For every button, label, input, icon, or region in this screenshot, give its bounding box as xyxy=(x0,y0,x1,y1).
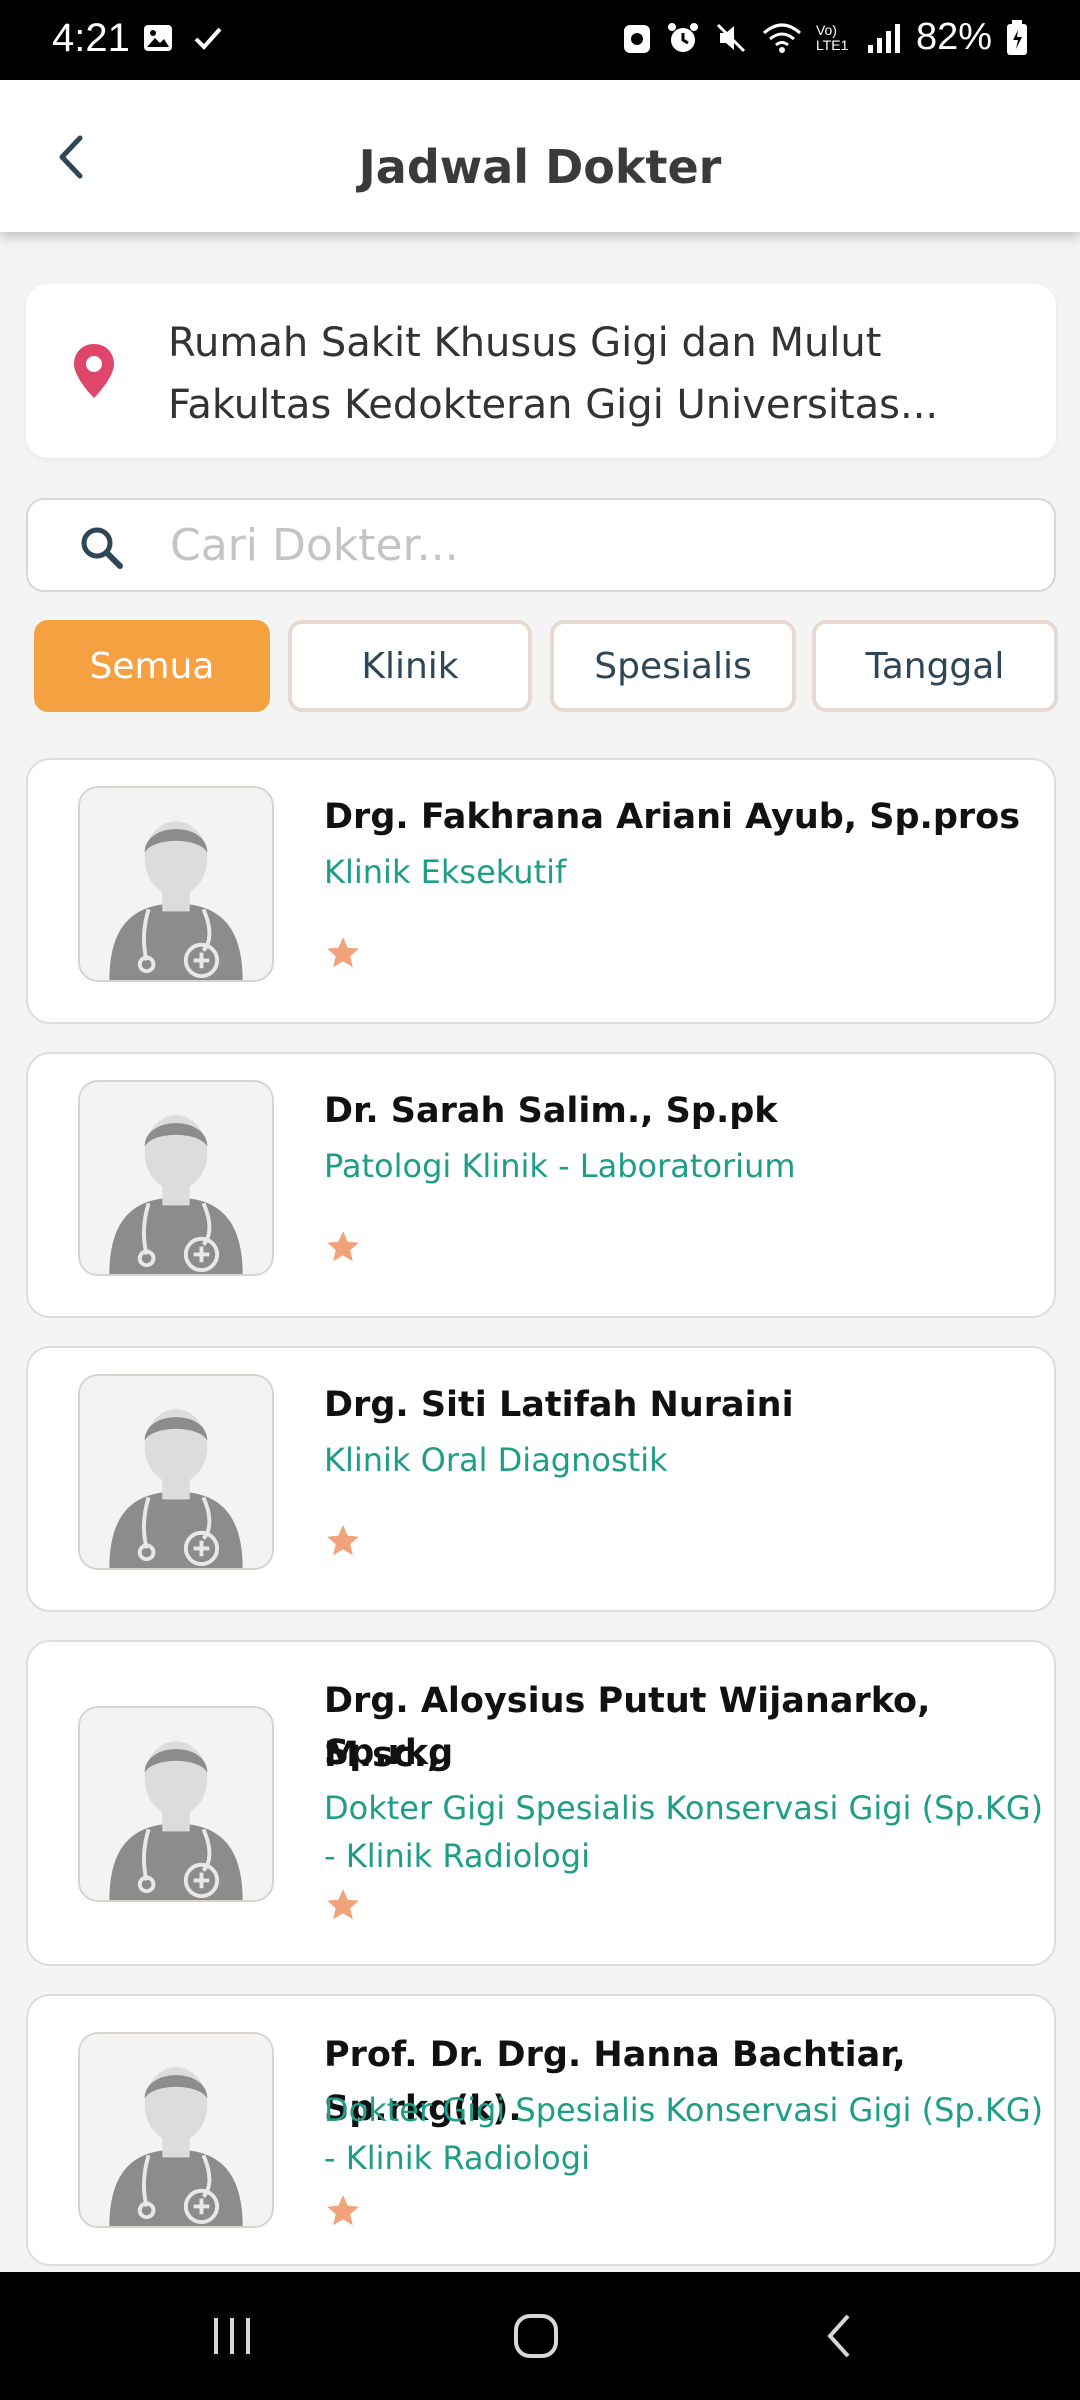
home-button[interactable] xyxy=(506,2306,566,2366)
check-icon xyxy=(194,27,222,50)
page-title: Jadwal Dokter xyxy=(358,140,722,194)
doctor-card[interactable]: Drg. Fakhrana Ariani Ayub, Sp.pros Klini… xyxy=(26,758,1056,1024)
alarm-icon xyxy=(667,22,698,52)
doctor-avatar xyxy=(78,1374,274,1570)
signal-icon xyxy=(867,23,900,53)
search-icon xyxy=(81,527,123,569)
doctor-avatar-icon xyxy=(80,2034,272,2226)
search-box[interactable] xyxy=(26,498,1056,592)
star-icon[interactable] xyxy=(324,1522,362,1560)
doctor-avatar-icon xyxy=(80,1082,272,1274)
doctor-department: Klinik Oral Diagnostik xyxy=(324,1441,668,1479)
recent-apps-icon xyxy=(214,2318,250,2354)
filter-chip-semua[interactable]: Semua xyxy=(34,620,270,712)
battery-icon xyxy=(1007,19,1027,55)
doctor-department: Patologi Klinik - Laboratorium xyxy=(324,1147,796,1185)
status-left-icons xyxy=(142,22,224,54)
doctor-avatar-icon xyxy=(80,1376,272,1568)
status-right-icons: Vo) LTE1 82% xyxy=(622,16,1028,59)
doctor-card[interactable]: Drg. Siti Latifah Nuraini Klinik Oral Di… xyxy=(26,1346,1056,1612)
doctor-name: Drg. Siti Latifah Nuraini xyxy=(324,1385,794,1425)
network-label: Vo) LTE1 xyxy=(815,21,849,53)
nav-back-button[interactable] xyxy=(810,2306,870,2366)
status-bar: 4:21 Vo) LTE1 82% xyxy=(0,0,1080,80)
location-name: Rumah Sakit Khusus Gigi dan Mulut Fakult… xyxy=(168,312,1028,436)
doctor-department: Klinik Eksekutif xyxy=(324,853,567,891)
wifi-icon xyxy=(762,23,801,53)
search-input[interactable] xyxy=(170,514,1030,576)
doctor-avatar xyxy=(78,2032,274,2228)
filter-chip-tanggal[interactable]: Tanggal xyxy=(812,620,1058,712)
doctor-department-line-2: - Klinik Radiologi xyxy=(324,1837,590,1875)
doctor-department-line-2: - Klinik Radiologi xyxy=(324,2139,590,2177)
star-icon[interactable] xyxy=(324,934,362,972)
status-time: 4:21 xyxy=(52,16,130,60)
filter-chip-klinik[interactable]: Klinik xyxy=(288,620,532,712)
doctor-department-line-1: Dokter Gigi Spesialis Konservasi Gigi (S… xyxy=(324,1789,1044,1827)
home-icon xyxy=(514,2314,558,2358)
doctor-card[interactable]: Prof. Dr. Drg. Hanna Bachtiar, Sp.rkg(k)… xyxy=(26,1994,1056,2266)
mute-icon xyxy=(716,23,745,52)
doctor-department-line-1: Dokter Gigi Spesialis Konservasi Gigi (S… xyxy=(324,2091,1044,2129)
location-line-1: Rumah Sakit Khusus Gigi dan Mulut xyxy=(168,320,882,366)
nav-back-icon xyxy=(827,2314,850,2358)
data-saver-icon xyxy=(623,24,650,53)
battery-percent: 82% xyxy=(915,16,992,58)
location-line-2: Fakultas Kedokteran Gigi Universitas... xyxy=(168,382,939,428)
recent-apps-button[interactable] xyxy=(202,2306,262,2366)
doctor-card[interactable]: Drg. Aloysius Putut Wijanarko, M.sc., Sp… xyxy=(26,1640,1056,1966)
doctor-card[interactable]: Dr. Sarah Salim., Sp.pk Patologi Klinik … xyxy=(26,1052,1056,1318)
filter-chip-spesialis[interactable]: Spesialis xyxy=(550,620,796,712)
doctor-avatar xyxy=(78,1080,274,1276)
filter-chips: Semua Klinik Spesialis Tanggal xyxy=(34,620,1058,712)
doctor-avatar-icon xyxy=(80,1708,272,1900)
doctor-name: Dr. Sarah Salim., Sp.pk xyxy=(324,1091,778,1131)
location-card[interactable]: Rumah Sakit Khusus Gigi dan Mulut Fakult… xyxy=(26,284,1056,458)
system-nav-bar xyxy=(0,2272,1080,2400)
doctor-avatar xyxy=(78,1706,274,1902)
doctor-name: Drg. Fakhrana Ariani Ayub, Sp.pros xyxy=(324,797,1021,837)
star-icon[interactable] xyxy=(324,1886,362,1924)
doctor-avatar xyxy=(78,786,274,982)
location-pin-icon xyxy=(74,344,114,398)
star-icon[interactable] xyxy=(324,1228,362,1266)
doctor-name-line-2: Sp.rkg xyxy=(324,1733,454,1773)
star-icon[interactable] xyxy=(324,2192,362,2230)
app-bar: Jadwal Dokter xyxy=(0,80,1080,232)
doctor-avatar-icon xyxy=(80,788,272,980)
gallery-icon xyxy=(144,25,172,51)
